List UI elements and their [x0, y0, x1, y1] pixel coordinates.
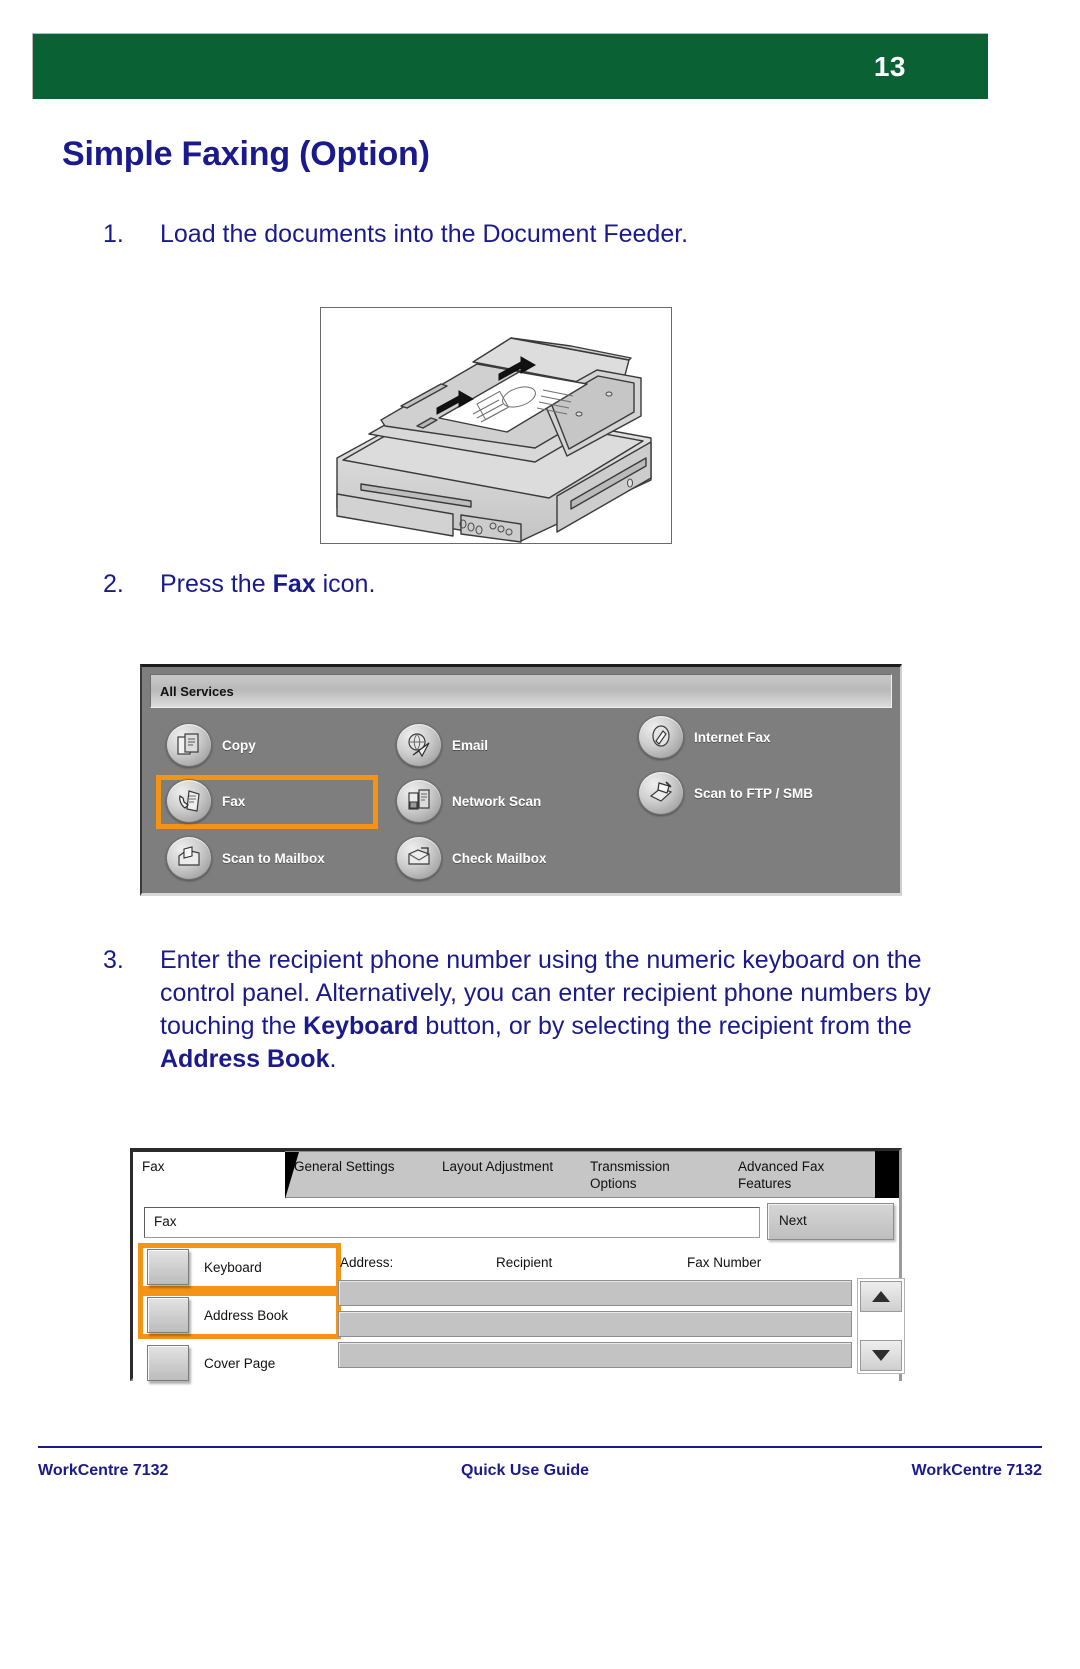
footer-left: WorkCentre 7132: [38, 1462, 169, 1479]
step-3-text-tail: .: [329, 1045, 337, 1073]
email-icon: [396, 723, 442, 767]
service-button-internet-fax[interactable]: Internet Fax: [638, 713, 771, 761]
service-button-check-mailbox[interactable]: Check Mailbox: [396, 834, 547, 882]
copier-line-drawing: [336, 337, 652, 543]
tab-fax[interactable]: Fax: [133, 1151, 299, 1199]
tab-transmission-options[interactable]: Transmission Options: [581, 1151, 743, 1199]
all-services-title: All Services: [160, 683, 234, 699]
next-button[interactable]: Next: [767, 1203, 894, 1240]
all-services-titlebar: All Services: [150, 674, 892, 708]
copy-icon: [166, 723, 212, 767]
service-button-scan-to-ftp-smb[interactable]: Scan to FTP / SMB: [638, 769, 813, 817]
service-label: Copy: [222, 737, 256, 753]
step-2-bold-term: Fax: [272, 570, 316, 598]
tab-notch-icon: [285, 1152, 299, 1199]
step-3-number: 3.: [103, 946, 124, 974]
page-footer: WorkCentre 7132 Quick Use Guide WorkCent…: [38, 1462, 1042, 1480]
cover-page-button-label: Cover Page: [204, 1355, 276, 1371]
scroll-down-button[interactable]: [860, 1340, 902, 1371]
service-label: Network Scan: [452, 793, 542, 809]
step-1-text-part: Load the documents into the Document Fee…: [160, 220, 689, 248]
tab-label: General Settings: [294, 1159, 395, 1174]
scan-to-mailbox-icon: [166, 836, 212, 880]
footer-divider: [38, 1446, 1042, 1448]
service-label: Scan to FTP / SMB: [694, 785, 814, 801]
fax-screen-body: Fax Next Keyboard Address Book Cover Pag…: [133, 1198, 905, 1381]
address-book-button-pad: [147, 1297, 189, 1333]
document-feeder-illustration: [320, 307, 672, 544]
service-label: Scan to Mailbox: [222, 850, 325, 866]
address-book-button-label: Address Book: [204, 1307, 289, 1323]
service-label: Internet Fax: [694, 729, 771, 745]
page-header-band: 13: [32, 33, 988, 99]
step-2-text-part: Press the: [160, 570, 273, 598]
keyboard-button[interactable]: Keyboard: [147, 1249, 262, 1285]
scroll-up-button[interactable]: [860, 1281, 902, 1312]
page-title: Simple Faxing (Option): [62, 134, 430, 173]
recipient-row[interactable]: [338, 1311, 852, 1337]
service-label: Fax: [222, 793, 246, 809]
step-3: 3. Enter the recipient phone number usin…: [103, 944, 933, 1076]
recipient-list-scrollbar: [857, 1278, 905, 1374]
scan-to-ftp-icon: [638, 771, 684, 815]
all-services-grid: Copy Email Internet Fax Fax Network Scan…: [150, 715, 892, 887]
tab-general-settings[interactable]: General Settings: [285, 1151, 447, 1199]
cover-page-button[interactable]: Cover Page: [147, 1345, 275, 1381]
column-header-fax-number: Fax Number: [687, 1255, 762, 1270]
keyboard-button-label: Keyboard: [204, 1259, 262, 1275]
fax-icon: [166, 779, 212, 823]
step-3-text: Enter the recipient phone number using t…: [160, 944, 933, 1076]
service-button-email[interactable]: Email: [396, 721, 488, 769]
service-label: Email: [452, 737, 489, 753]
step-3-bold-keyboard: Keyboard: [303, 1012, 419, 1040]
network-scan-icon: [396, 779, 442, 823]
column-header-recipient: Recipient: [496, 1255, 553, 1270]
scroll-down-arrow-icon: [872, 1350, 890, 1361]
step-2: 2. Press the Fax icon.: [103, 568, 923, 601]
tab-label: Layout Adjustment: [442, 1159, 554, 1174]
tab-label: Fax: [142, 1159, 165, 1174]
tab-label-line2: Features: [738, 1176, 792, 1191]
fax-screen: Fax General Settings Layout Adjustment T…: [130, 1148, 905, 1381]
step-2-text: Press the Fax icon.: [160, 568, 923, 601]
column-header-address: Address:: [340, 1255, 394, 1270]
tab-label-line1: Advanced Fax: [738, 1159, 825, 1174]
fax-address-input[interactable]: Fax: [144, 1207, 760, 1238]
footer-right: WorkCentre 7132: [911, 1462, 1042, 1479]
tab-layout-adjustment[interactable]: Layout Adjustment: [433, 1151, 595, 1199]
footer-center: Quick Use Guide: [460, 1462, 590, 1479]
fax-tab-row: Fax General Settings Layout Adjustment T…: [133, 1151, 899, 1199]
step-1-number: 1.: [103, 220, 124, 248]
service-button-network-scan[interactable]: Network Scan: [396, 777, 541, 825]
recipient-list: [333, 1278, 909, 1378]
internet-fax-icon: [638, 715, 684, 759]
check-mailbox-icon: [396, 836, 442, 880]
all-services-screen: All Services Copy Email Internet Fax Fax…: [140, 664, 902, 896]
step-2-text-tail: icon.: [315, 570, 376, 598]
tab-notch-icon: [875, 1152, 889, 1199]
recipient-row[interactable]: [338, 1280, 852, 1306]
cover-page-button-pad: [147, 1345, 189, 1381]
service-button-copy[interactable]: Copy: [166, 721, 256, 769]
step-3-bold-address-book: Address Book: [160, 1045, 330, 1073]
scroll-up-arrow-icon: [872, 1291, 890, 1302]
step-3-text-mid: button, or by selecting the recipient fr…: [418, 1012, 912, 1040]
step-1: 1. Load the documents into the Document …: [103, 218, 923, 251]
service-button-scan-to-mailbox[interactable]: Scan to Mailbox: [166, 834, 325, 882]
tab-label-line1: Transmission: [590, 1159, 670, 1174]
page-number: 13: [873, 50, 906, 82]
recipient-row[interactable]: [338, 1342, 852, 1368]
address-book-button[interactable]: Address Book: [147, 1297, 288, 1333]
step-2-number: 2.: [103, 570, 124, 598]
service-label: Check Mailbox: [452, 850, 547, 866]
keyboard-button-pad: [147, 1249, 189, 1285]
service-button-fax[interactable]: Fax: [166, 777, 245, 825]
tab-label-line2: Options: [590, 1176, 637, 1191]
step-1-text: Load the documents into the Document Fee…: [160, 218, 923, 251]
tab-advanced-fax-features[interactable]: Advanced Fax Features: [729, 1151, 889, 1199]
